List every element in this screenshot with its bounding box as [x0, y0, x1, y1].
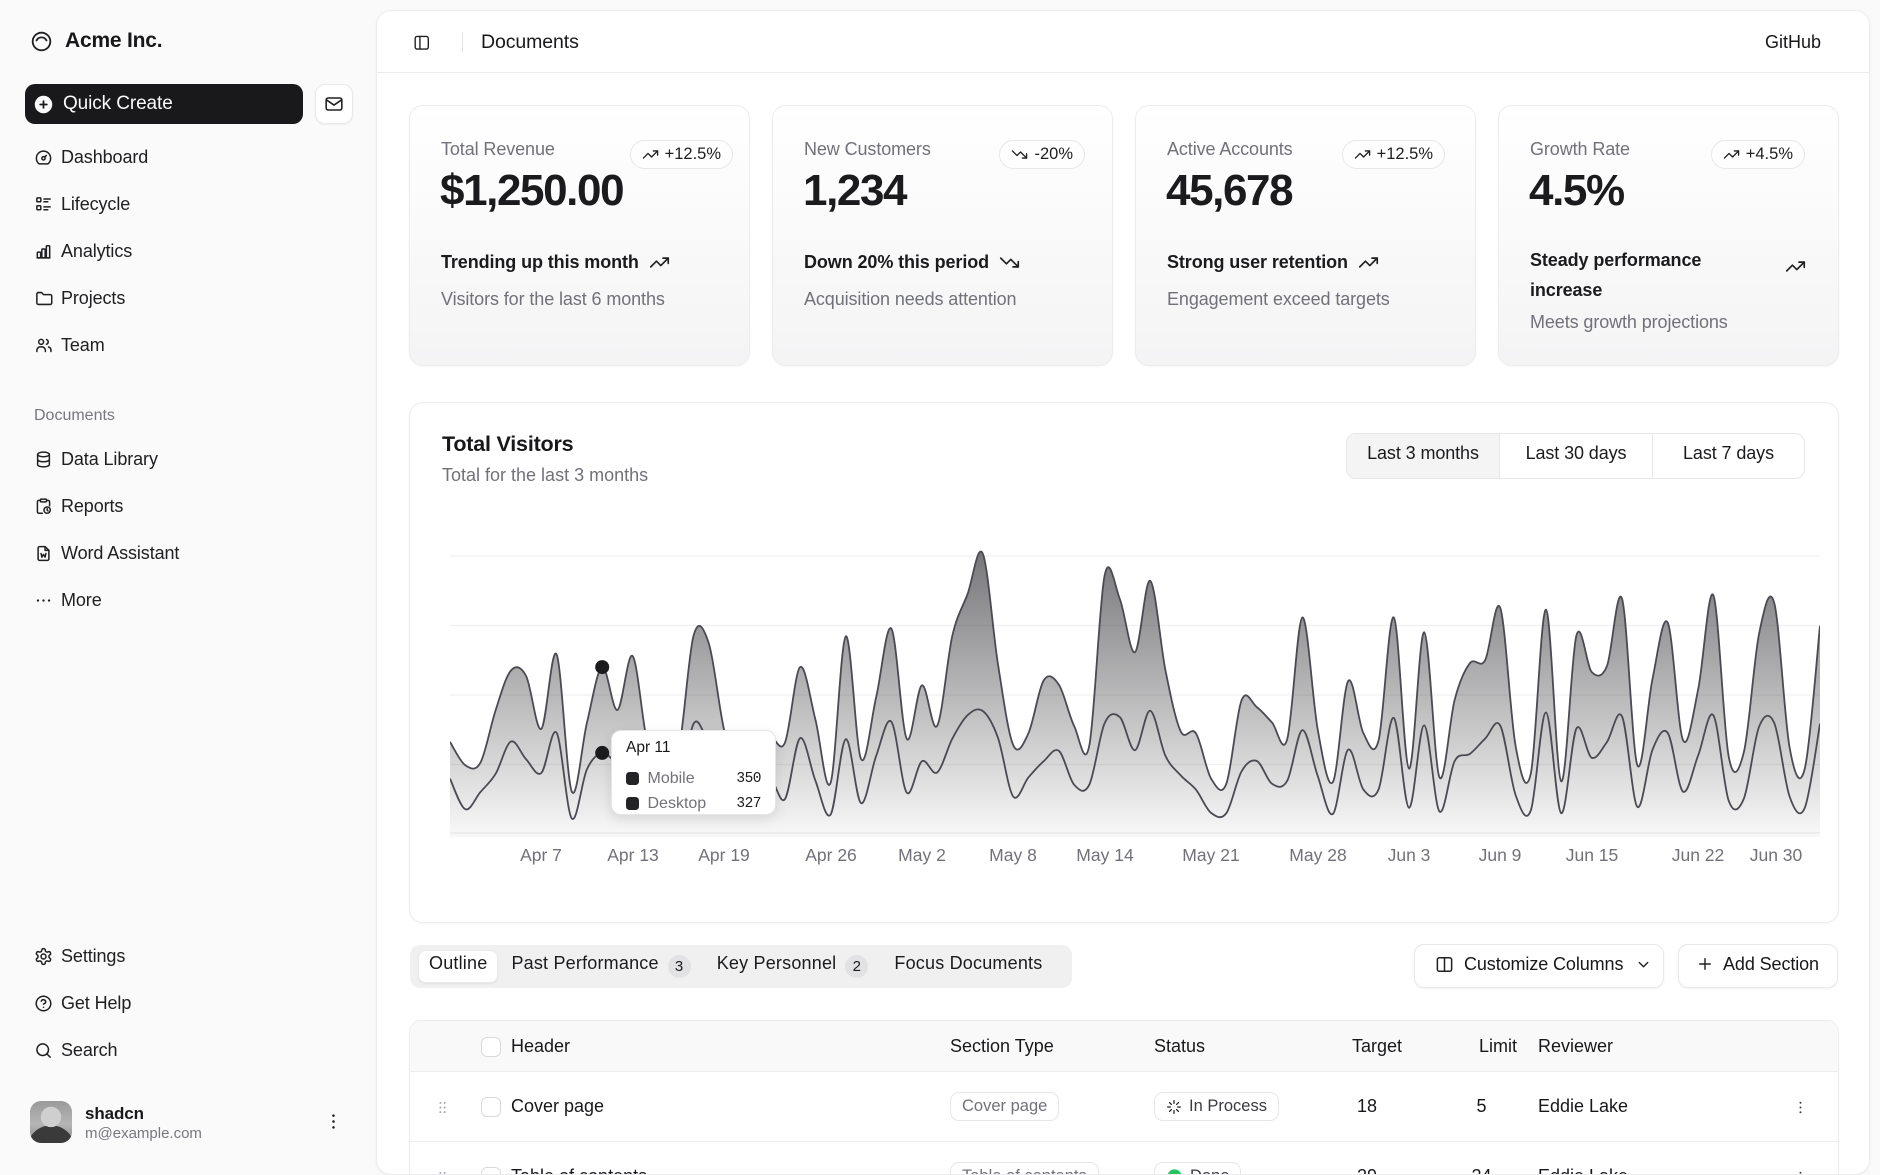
svg-text:May 14: May 14	[1076, 845, 1134, 865]
svg-text:Jun 15: Jun 15	[1566, 845, 1619, 865]
svg-text:May 21: May 21	[1182, 845, 1239, 865]
svg-text:Jun 9: Jun 9	[1479, 845, 1522, 865]
svg-text:Jun 22: Jun 22	[1672, 845, 1725, 865]
svg-text:May 2: May 2	[898, 845, 946, 865]
svg-text:Jun 3: Jun 3	[1388, 845, 1431, 865]
svg-text:Apr 19: Apr 19	[698, 845, 750, 865]
svg-text:May 28: May 28	[1289, 845, 1346, 865]
svg-text:Apr 13: Apr 13	[607, 845, 659, 865]
svg-text:Apr 7: Apr 7	[520, 845, 562, 865]
svg-text:May 8: May 8	[989, 845, 1037, 865]
svg-text:Jun 30: Jun 30	[1750, 845, 1803, 865]
svg-text:Apr 26: Apr 26	[805, 845, 857, 865]
